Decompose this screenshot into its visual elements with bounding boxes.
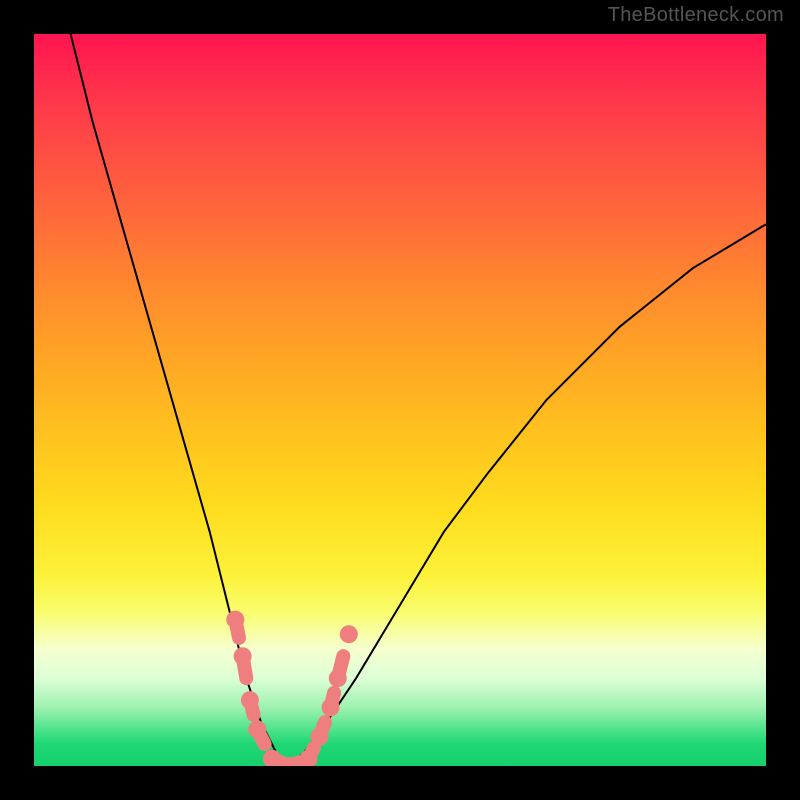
plot-area xyxy=(34,34,766,766)
curve-markers xyxy=(226,611,357,766)
chart-frame: TheBottleneck.com xyxy=(0,0,800,800)
bottleneck-curve xyxy=(71,34,766,766)
bottleneck-curve-svg xyxy=(34,34,766,766)
watermark-text: TheBottleneck.com xyxy=(608,4,784,27)
